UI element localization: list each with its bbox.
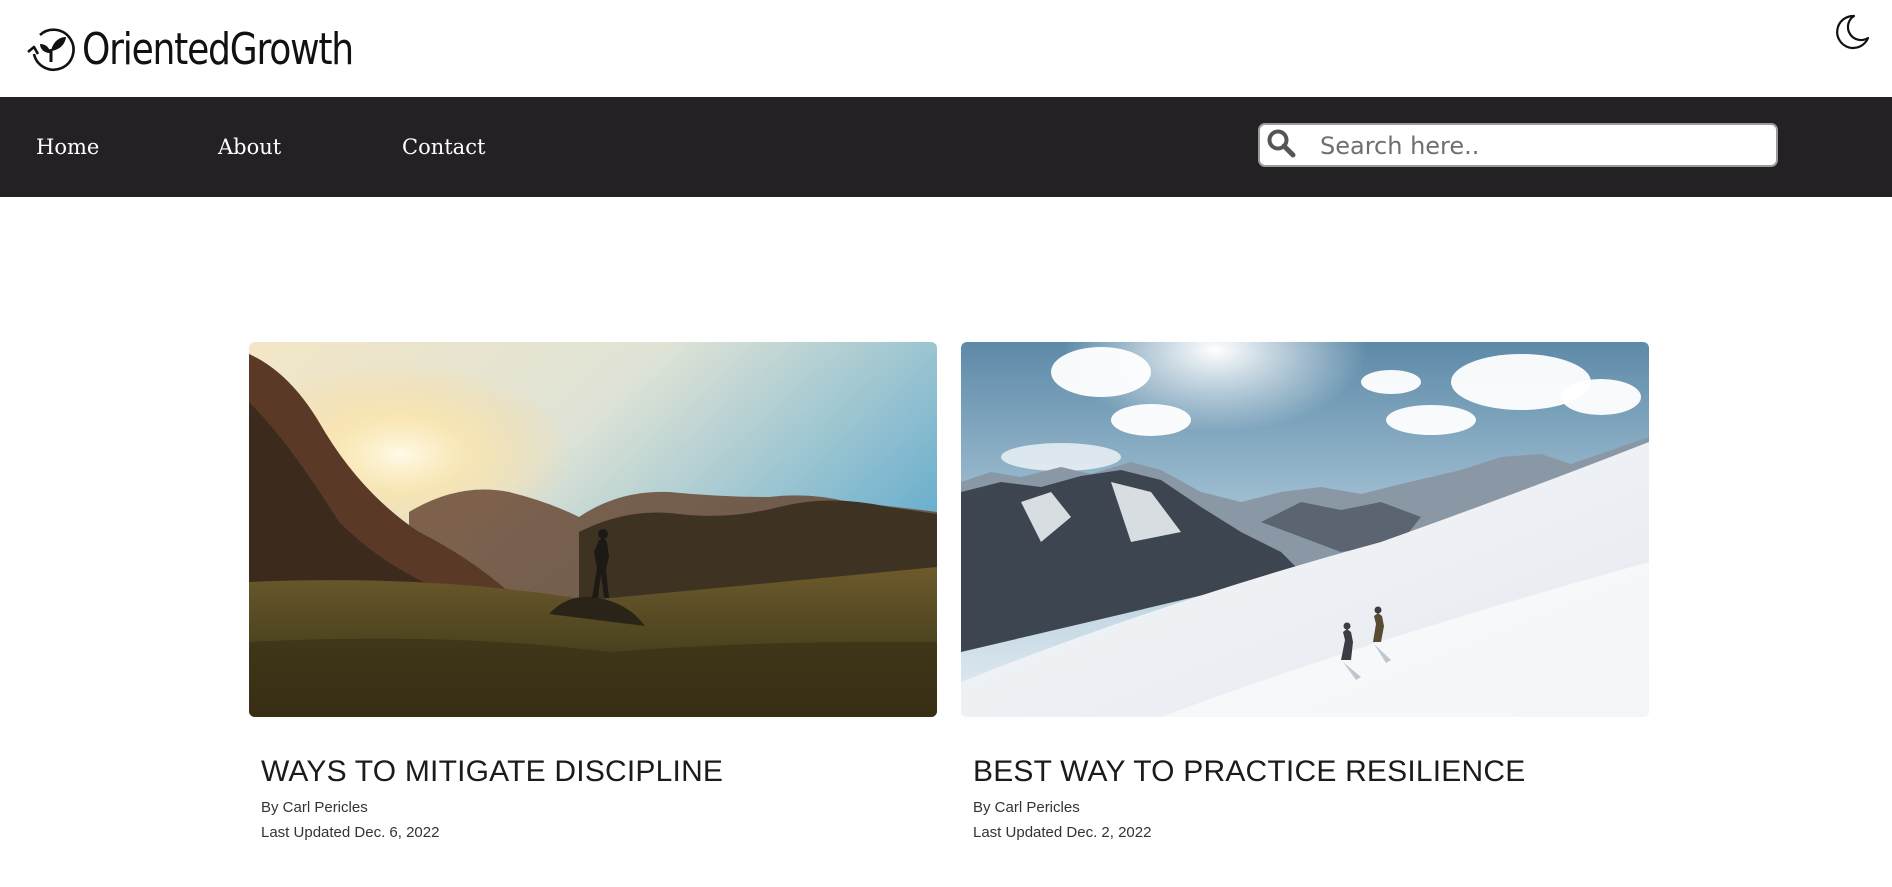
brand-logo[interactable]: OrientedGrowth <box>24 22 412 78</box>
nav-link-contact[interactable]: Contact <box>402 97 485 197</box>
top-bar: OrientedGrowth <box>0 0 1892 97</box>
search-input[interactable] <box>1320 129 1770 163</box>
search-box <box>1258 123 1778 167</box>
crescent-moon-icon <box>1836 14 1870 50</box>
post-image-snowy-mountain[interactable] <box>961 342 1649 717</box>
sprout-circle-icon <box>24 22 80 78</box>
brand-name: OrientedGrowth <box>82 24 354 75</box>
post-author: By Carl Pericles <box>261 799 368 816</box>
post-title[interactable]: WAYS TO MITIGATE DISCIPLINE <box>261 755 937 789</box>
post-updated-date: Last Updated Dec. 2, 2022 <box>973 824 1152 841</box>
post-card: BEST WAY TO PRACTICE RESILIENCE By Carl … <box>961 342 1649 841</box>
post-image-sunset-mountain[interactable] <box>249 342 937 717</box>
post-updated-date: Last Updated Dec. 6, 2022 <box>261 824 440 841</box>
post-author: By Carl Pericles <box>973 799 1080 816</box>
nav-link-home[interactable]: Home <box>36 97 99 197</box>
nav-link-about[interactable]: About <box>218 97 281 197</box>
theme-toggle-button[interactable] <box>1832 12 1872 52</box>
post-title[interactable]: BEST WAY TO PRACTICE RESILIENCE <box>973 755 1649 789</box>
search-icon[interactable] <box>1266 128 1296 158</box>
post-card: WAYS TO MITIGATE DISCIPLINE By Carl Peri… <box>249 342 937 841</box>
